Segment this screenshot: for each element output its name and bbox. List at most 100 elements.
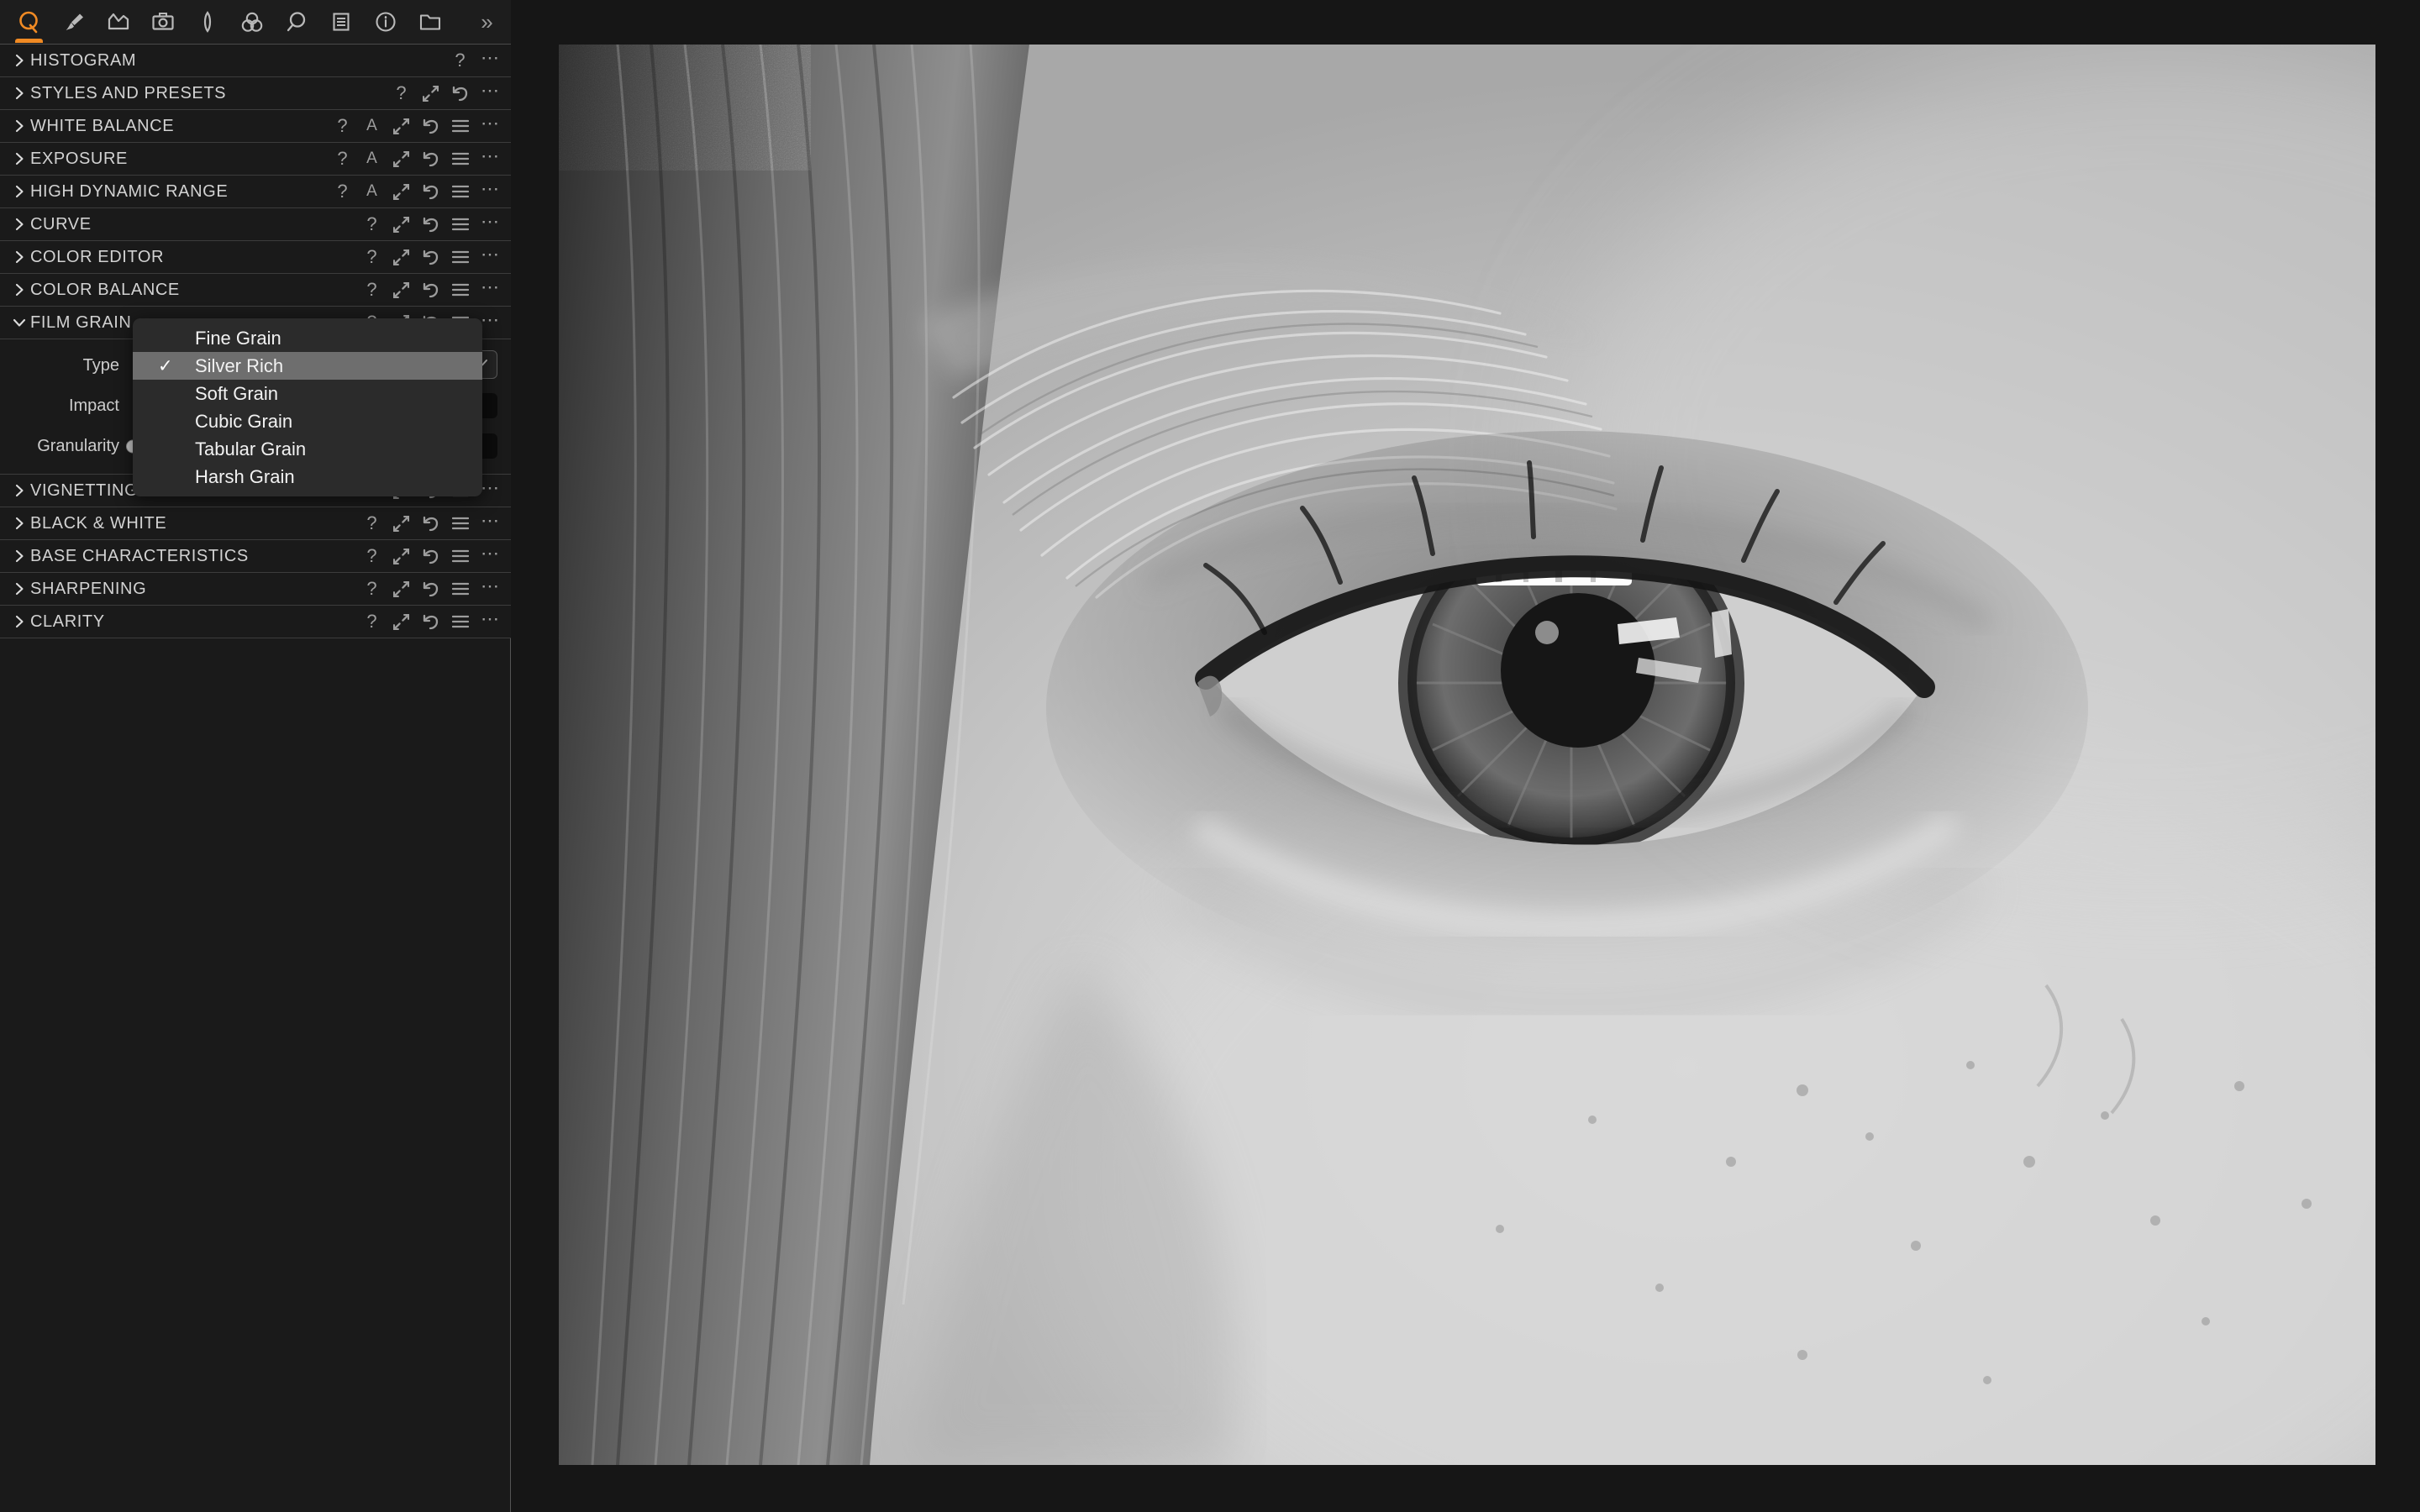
reset-undo-icon[interactable] [416, 507, 445, 540]
chevron-down-icon[interactable] [10, 316, 29, 329]
expand-arrows-icon[interactable] [387, 110, 416, 143]
expand-arrows-icon[interactable] [387, 208, 416, 241]
menu-item-silver-rich[interactable]: ✓ Silver Rich [133, 352, 482, 380]
chevron-right-icon[interactable] [10, 582, 29, 596]
more-options-icon[interactable]: ⋯ [475, 110, 504, 143]
chevron-right-icon[interactable] [10, 250, 29, 264]
presets-menu-icon[interactable] [445, 507, 475, 540]
expand-arrows-icon[interactable] [416, 77, 445, 110]
panel-row-color-editor[interactable]: COLOR EDITOR? ⋯ [0, 241, 511, 274]
list-icon[interactable] [318, 0, 363, 45]
more-options-icon[interactable]: ⋯ [475, 606, 504, 638]
expand-arrows-icon[interactable] [387, 176, 416, 208]
expand-arrows-icon[interactable] [387, 573, 416, 606]
reset-undo-icon[interactable] [416, 176, 445, 208]
folder-icon[interactable] [408, 0, 452, 45]
help-icon[interactable]: ? [357, 274, 387, 307]
more-options-icon[interactable]: ⋯ [475, 77, 504, 110]
menu-item-soft-grain[interactable]: Soft Grain [133, 380, 482, 407]
color-circles-icon[interactable] [229, 0, 274, 45]
menu-item-tabular-grain[interactable]: Tabular Grain [133, 435, 482, 463]
reset-undo-icon[interactable] [416, 241, 445, 274]
chevron-right-icon[interactable] [10, 549, 29, 563]
panel-row-histogram[interactable]: HISTOGRAM? ⋯ [0, 45, 511, 77]
help-icon[interactable]: ? [357, 241, 387, 274]
help-icon[interactable]: ? [357, 507, 387, 540]
chevron-right-icon[interactable] [10, 54, 29, 67]
panel-row-high-dynamic-range[interactable]: HIGH DYNAMIC RANGE? A ⋯ [0, 176, 511, 208]
help-icon[interactable]: ? [387, 77, 416, 110]
presets-menu-icon[interactable] [445, 573, 475, 606]
camera-icon[interactable] [140, 0, 185, 45]
expand-arrows-icon[interactable] [387, 274, 416, 307]
presets-menu-icon[interactable] [445, 274, 475, 307]
panel-row-sharpening[interactable]: SHARPENING? ⋯ [0, 573, 511, 606]
help-icon[interactable]: ? [328, 176, 357, 208]
panel-row-styles-and-presets[interactable]: STYLES AND PRESETS? ⋯ [0, 77, 511, 110]
help-icon[interactable]: ? [445, 45, 475, 77]
reset-undo-icon[interactable] [416, 606, 445, 638]
reset-undo-icon[interactable] [416, 110, 445, 143]
curve-icon[interactable] [96, 0, 140, 45]
photo-canvas[interactable] [559, 45, 2375, 1465]
more-options-icon[interactable]: ⋯ [475, 45, 504, 77]
more-options-icon[interactable]: ⋯ [475, 176, 504, 208]
reset-undo-icon[interactable] [445, 77, 475, 110]
more-options-icon[interactable]: ⋯ [475, 143, 504, 176]
film-grain-type-menu[interactable]: Fine Grain ✓ Silver Rich Soft Grain Cubic Gr… [133, 318, 482, 496]
chevron-right-icon[interactable] [10, 517, 29, 530]
panel-row-clarity[interactable]: CLARITY? ⋯ [0, 606, 511, 638]
menu-item-fine-grain[interactable]: Fine Grain [133, 324, 482, 352]
help-icon[interactable]: ? [357, 606, 387, 638]
auto-adjust-icon[interactable]: A [357, 143, 387, 176]
presets-menu-icon[interactable] [445, 208, 475, 241]
reset-undo-icon[interactable] [416, 540, 445, 573]
chevron-right-icon[interactable] [10, 152, 29, 165]
chevron-right-icon[interactable] [10, 119, 29, 133]
reset-undo-icon[interactable] [416, 208, 445, 241]
expand-arrows-icon[interactable] [387, 507, 416, 540]
brush-icon[interactable] [51, 0, 96, 45]
more-options-icon[interactable]: ⋯ [475, 540, 504, 573]
help-icon[interactable]: ? [328, 143, 357, 176]
quick-edit-icon[interactable] [7, 0, 51, 45]
reset-undo-icon[interactable] [416, 573, 445, 606]
chevron-right-icon[interactable] [10, 283, 29, 297]
presets-menu-icon[interactable] [445, 143, 475, 176]
menu-item-harsh-grain[interactable]: Harsh Grain [133, 463, 482, 491]
panel-row-color-balance[interactable]: COLOR BALANCE? ⋯ [0, 274, 511, 307]
more-options-icon[interactable]: ⋯ [475, 241, 504, 274]
presets-menu-icon[interactable] [445, 606, 475, 638]
panel-row-white-balance[interactable]: WHITE BALANCE? A ⋯ [0, 110, 511, 143]
menu-item-cubic-grain[interactable]: Cubic Grain [133, 407, 482, 435]
auto-adjust-icon[interactable]: A [357, 176, 387, 208]
panel-row-curve[interactable]: CURVE? ⋯ [0, 208, 511, 241]
reset-undo-icon[interactable] [416, 143, 445, 176]
expand-arrows-icon[interactable] [387, 606, 416, 638]
chevron-right-icon[interactable] [10, 615, 29, 628]
chevron-right-icon[interactable] [10, 484, 29, 497]
more-options-icon[interactable]: ⋯ [475, 208, 504, 241]
magnifier-icon[interactable] [274, 0, 318, 45]
chevron-right-icon[interactable] [10, 218, 29, 231]
reset-undo-icon[interactable] [416, 274, 445, 307]
more-options-icon[interactable]: ⋯ [475, 507, 504, 540]
panel-row-black-white[interactable]: BLACK & WHITE? ⋯ [0, 507, 511, 540]
chevron-right-icon[interactable] [10, 185, 29, 198]
help-icon[interactable]: ? [357, 573, 387, 606]
expand-arrows-icon[interactable] [387, 143, 416, 176]
presets-menu-icon[interactable] [445, 241, 475, 274]
panel-row-base-characteristics[interactable]: BASE CHARACTERISTICS? ⋯ [0, 540, 511, 573]
chevron-right-icon[interactable] [10, 87, 29, 100]
expand-arrows-icon[interactable] [387, 540, 416, 573]
panel-row-exposure[interactable]: EXPOSURE? A ⋯ [0, 143, 511, 176]
auto-adjust-icon[interactable]: A [357, 110, 387, 143]
help-icon[interactable]: ? [328, 110, 357, 143]
chevron-double-right-icon[interactable]: » [460, 0, 511, 45]
lens-icon[interactable] [185, 0, 229, 45]
more-options-icon[interactable]: ⋯ [475, 573, 504, 606]
presets-menu-icon[interactable] [445, 176, 475, 208]
help-icon[interactable]: ? [357, 540, 387, 573]
presets-menu-icon[interactable] [445, 540, 475, 573]
help-icon[interactable]: ? [357, 208, 387, 241]
